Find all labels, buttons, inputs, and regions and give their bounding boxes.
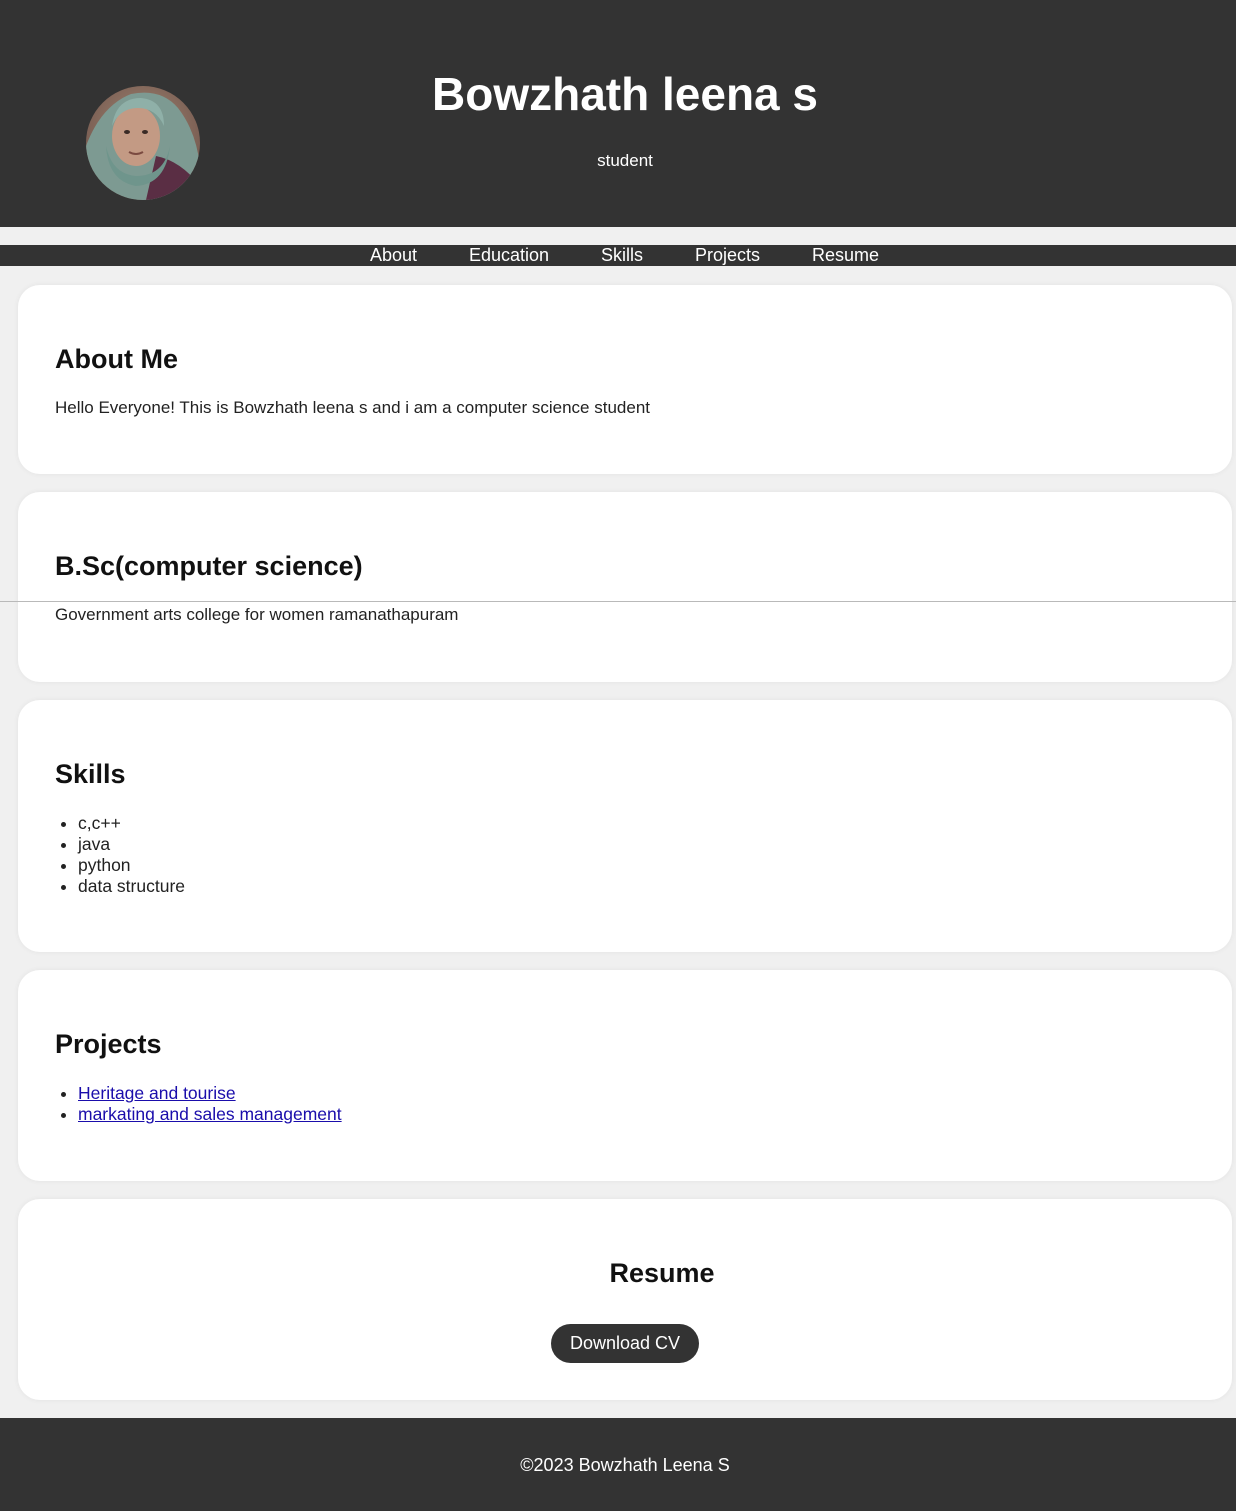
projects-section: Projects Heritage and tourise markating … [18, 970, 1232, 1181]
about-text: Hello Everyone! This is Bowzhath leena s… [55, 398, 650, 417]
nav-link-projects[interactable]: Projects [695, 245, 760, 266]
skills-section: Skills c,c++ java python data structure [18, 700, 1232, 952]
resume-heading: Resume [609, 1258, 715, 1288]
list-item: data structure [78, 876, 185, 897]
projects-list: Heritage and tourise markating and sales… [55, 1083, 342, 1125]
copyright-text: ©2023 Bowzhath Leena S [520, 1455, 730, 1475]
list-item: java [78, 834, 185, 855]
education-institution: Government arts college for women ramana… [55, 605, 459, 624]
page-title: Bowzhath leena s [432, 68, 818, 120]
project-link-heritage[interactable]: Heritage and tourise [78, 1083, 236, 1103]
list-item: c,c++ [78, 813, 185, 834]
nav-link-resume[interactable]: Resume [812, 245, 879, 266]
projects-heading: Projects [55, 1029, 162, 1059]
list-item: python [78, 855, 185, 876]
resume-section: Resume Download CV [18, 1199, 1232, 1400]
tagline: student [597, 151, 653, 170]
nav-link-about[interactable]: About [370, 245, 417, 266]
list-item: Heritage and tourise [78, 1083, 342, 1104]
nav-link-education[interactable]: Education [469, 245, 549, 266]
nav-link-skills[interactable]: Skills [601, 245, 643, 266]
skills-heading: Skills [55, 759, 126, 789]
site-footer: ©2023 Bowzhath Leena S [0, 1418, 1236, 1511]
about-heading: About Me [55, 344, 178, 374]
list-item: markating and sales management [78, 1104, 342, 1125]
education-degree: B.Sc(computer science) [55, 551, 363, 581]
education-section: B.Sc(computer science) Government arts c… [18, 492, 1232, 682]
main-nav: About Education Skills Projects Resume [0, 245, 1236, 266]
divider [0, 601, 1236, 602]
about-section: About Me Hello Everyone! This is Bowzhat… [18, 285, 1232, 474]
site-header: Bowzhath leena s student [0, 0, 1236, 227]
project-link-marketing[interactable]: markating and sales management [78, 1104, 342, 1124]
download-cv-button[interactable]: Download CV [551, 1324, 699, 1363]
skills-list: c,c++ java python data structure [55, 813, 185, 897]
